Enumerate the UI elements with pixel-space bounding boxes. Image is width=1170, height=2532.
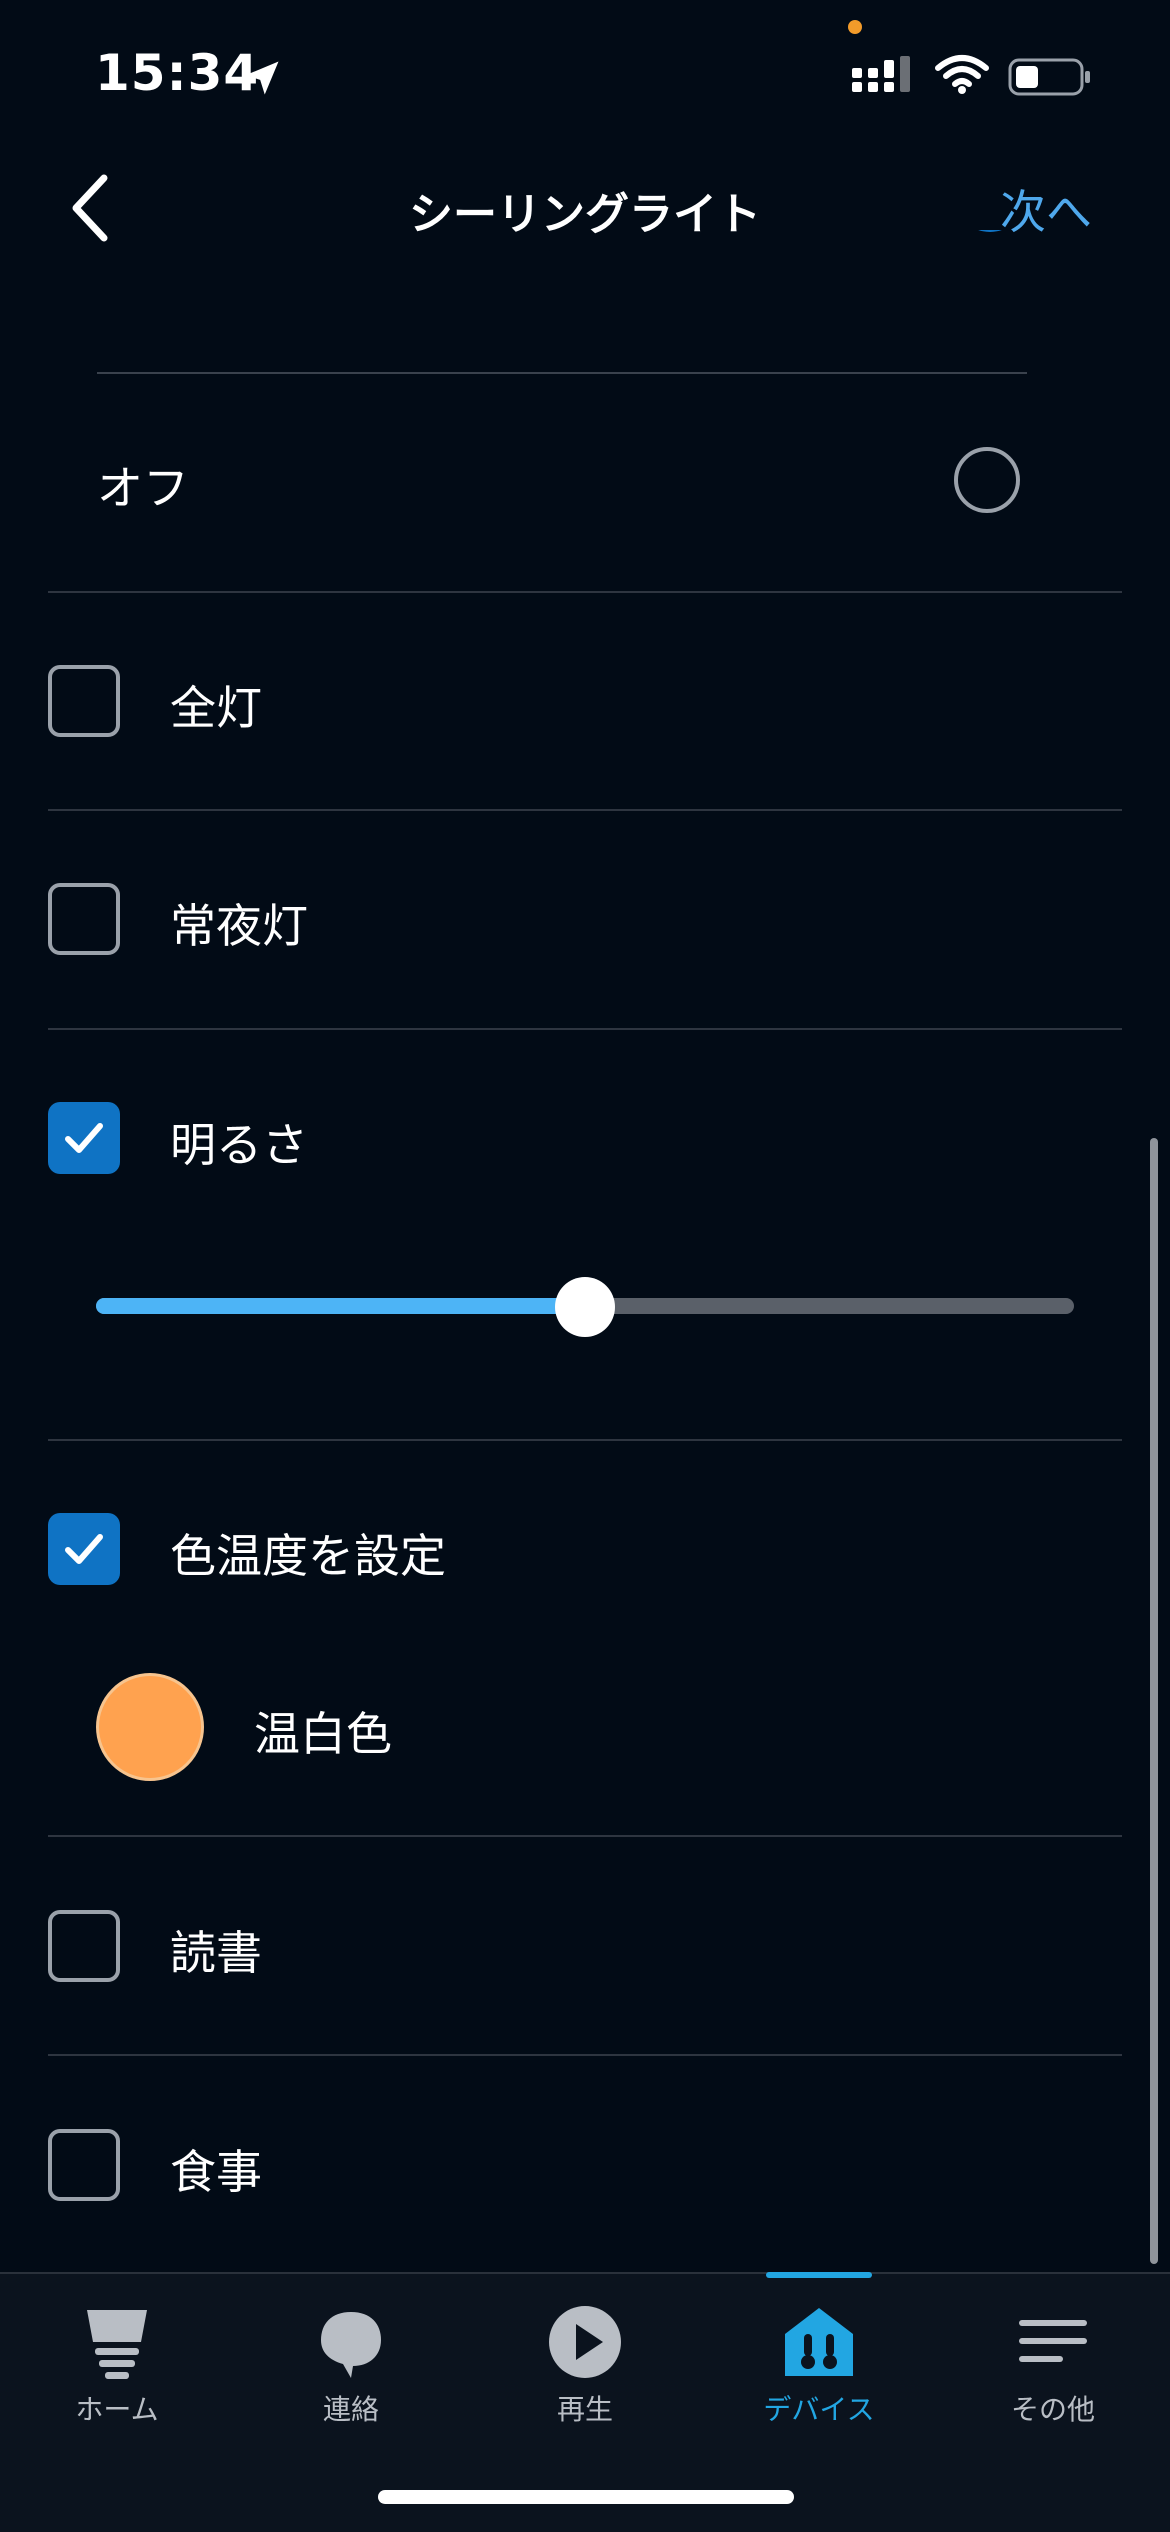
power-on-row[interactable]: オン (0, 230, 1170, 370)
chat-icon (321, 2312, 381, 2378)
reading-label: 読書 (170, 1926, 262, 1980)
tab-devices[interactable]: デバイス (719, 2302, 919, 2442)
checkmark-icon (65, 1123, 103, 1153)
tab-label: 再生 (556, 2393, 613, 2426)
status-time: 15:34 (95, 44, 260, 102)
divider (48, 1835, 1122, 1837)
tab-label: ホーム (75, 2393, 159, 2426)
power-on-radio[interactable] (954, 230, 1026, 232)
home-indicator[interactable] (378, 2490, 794, 2504)
color-temp-label: 色温度を設定 (170, 1529, 446, 1583)
cellular-signal-icon (852, 56, 910, 92)
devices-icon (785, 2308, 853, 2376)
night-light-checkbox[interactable] (48, 883, 120, 955)
checkmark-icon (65, 1534, 103, 1564)
tab-play[interactable]: 再生 (485, 2302, 685, 2442)
divider (48, 809, 1122, 811)
power-off-label: オフ (97, 461, 189, 515)
scrollbar[interactable] (1150, 1138, 1158, 2264)
night-light-label: 常夜灯 (170, 899, 308, 953)
divider (48, 1028, 1122, 1030)
play-icon (549, 2306, 621, 2378)
tab-communication[interactable]: 連絡 (251, 2302, 451, 2442)
screen: 15:34 シーリングライト 次へ オン オフ 全灯 (0, 0, 1170, 2532)
brightness-label: 明るさ (170, 1118, 308, 1172)
menu-icon (1019, 2320, 1087, 2362)
privacy-indicator (848, 20, 862, 34)
color-temp-checkbox[interactable] (48, 1513, 120, 1585)
divider (97, 372, 1027, 374)
tab-bar-border (0, 2272, 1170, 2274)
divider (48, 1439, 1122, 1441)
power-off-radio[interactable] (954, 447, 1020, 513)
tab-more[interactable]: その他 (953, 2302, 1153, 2442)
tab-label: その他 (1010, 2393, 1095, 2426)
brightness-slider-fill (96, 1298, 585, 1314)
dining-checkbox[interactable] (48, 2129, 120, 2201)
divider (48, 591, 1122, 593)
brightness-checkbox[interactable] (48, 1102, 120, 1174)
reading-checkbox[interactable] (48, 1910, 120, 1982)
battery-icon (1008, 58, 1090, 96)
divider (48, 2054, 1122, 2056)
location-arrow-icon (245, 61, 279, 95)
active-tab-indicator (766, 2272, 872, 2278)
all-lights-checkbox[interactable] (48, 665, 120, 737)
tab-label: デバイス (763, 2393, 875, 2426)
tab-label: 連絡 (322, 2393, 379, 2426)
all-lights-label: 全灯 (170, 681, 262, 735)
dining-label: 食事 (170, 2145, 262, 2199)
color-value-label: 温白色 (254, 1707, 392, 1761)
home-icon (87, 2310, 147, 2379)
wifi-icon (935, 55, 989, 94)
brightness-slider-thumb[interactable] (555, 1277, 615, 1337)
color-swatch[interactable] (96, 1673, 204, 1781)
tab-home[interactable]: ホーム (17, 2302, 217, 2442)
